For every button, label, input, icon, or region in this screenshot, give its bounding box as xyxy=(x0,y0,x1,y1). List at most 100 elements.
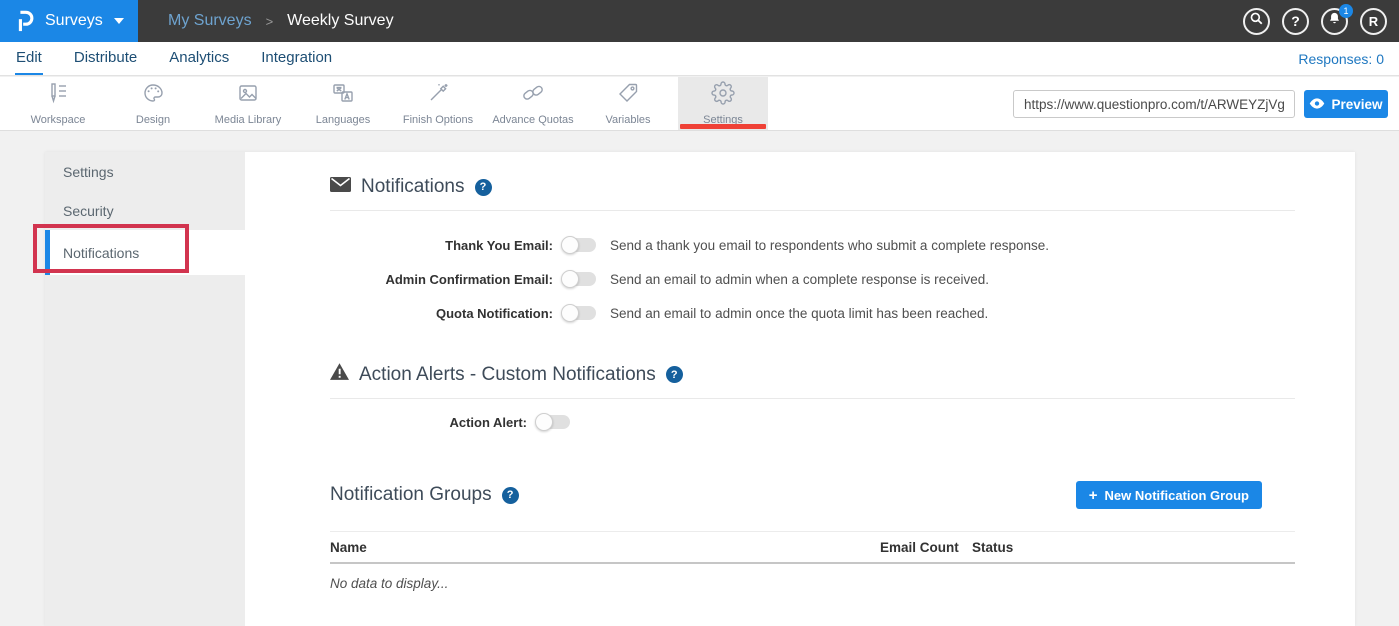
toggle-description: Send an email to admin when a complete r… xyxy=(610,272,989,287)
toolbar-item-label: Advance Quotas xyxy=(492,114,573,126)
thank-you-email-toggle[interactable] xyxy=(562,238,596,252)
image-icon xyxy=(236,81,260,110)
settings-card: Settings Security Notifications Notifica… xyxy=(45,152,1355,626)
divider xyxy=(330,210,1295,211)
toggle-row-quota-notification: Quota Notification: Send an email to adm… xyxy=(330,296,1295,330)
product-menu[interactable]: Surveys xyxy=(0,0,138,42)
notifications-section-heading: Notifications ? xyxy=(330,176,1295,198)
workspace-icon xyxy=(46,81,70,110)
search-button[interactable] xyxy=(1243,8,1270,35)
toggle-knob xyxy=(561,304,579,322)
action-alerts-section-heading: Action Alerts - Custom Notifications ? xyxy=(330,363,1295,386)
notification-count-badge: 1 xyxy=(1339,4,1353,18)
toolbar-item-languages[interactable]: Languages xyxy=(298,77,388,130)
toolbar-item-label: Design xyxy=(136,114,170,126)
top-header: Surveys My Surveys > Weekly Survey ? 1 R xyxy=(0,0,1399,42)
toolbar-item-workspace[interactable]: Workspace xyxy=(13,77,103,130)
new-group-button-label: New Notification Group xyxy=(1105,488,1249,503)
toolbar-item-label: Finish Options xyxy=(403,114,473,126)
toolbar-item-finish-options[interactable]: Finish Options xyxy=(393,77,483,130)
help-icon[interactable]: ? xyxy=(502,487,519,504)
responses-count[interactable]: Responses: 0 xyxy=(1298,42,1384,76)
eye-icon xyxy=(1309,97,1325,112)
envelope-icon xyxy=(330,176,351,198)
column-header-email-count: Email Count xyxy=(880,540,972,555)
divider xyxy=(330,398,1295,399)
toggle-row-thank-you-email: Thank You Email: Send a thank you email … xyxy=(330,228,1295,262)
breadcrumb-parent-link[interactable]: My Surveys xyxy=(168,12,252,30)
settings-sidebar: Settings Security Notifications xyxy=(45,152,245,626)
table-header-row: Name Email Count Status xyxy=(330,532,1295,564)
toggle-label: Action Alert: xyxy=(330,415,527,430)
toggle-knob xyxy=(561,270,579,288)
toggle-row-admin-confirmation-email: Admin Confirmation Email: Send an email … xyxy=(330,262,1295,296)
tab-distribute[interactable]: Distribute xyxy=(73,42,138,75)
help-button[interactable]: ? xyxy=(1282,8,1309,35)
toolbar-item-advance-quotas[interactable]: Advance Quotas xyxy=(488,77,578,130)
questionpro-logo-icon xyxy=(14,9,36,33)
chevron-down-icon xyxy=(114,18,124,24)
column-header-name: Name xyxy=(330,540,880,555)
palette-icon xyxy=(141,81,165,110)
toolbar-item-label: Variables xyxy=(605,114,650,126)
toggle-description: Send an email to admin once the quota li… xyxy=(610,306,988,321)
help-icon[interactable]: ? xyxy=(666,366,683,383)
sidebar-item-security[interactable]: Security xyxy=(45,191,245,230)
tab-integration[interactable]: Integration xyxy=(260,42,333,75)
toggle-label: Thank You Email: xyxy=(330,238,553,253)
question-mark-icon: ? xyxy=(1291,13,1300,29)
user-avatar[interactable]: R xyxy=(1360,8,1387,35)
toolbar-item-label: Workspace xyxy=(31,114,86,126)
toolbar-item-variables[interactable]: Variables xyxy=(583,77,673,130)
preview-button-label: Preview xyxy=(1331,97,1382,112)
toggle-row-action-alert: Action Alert: xyxy=(330,409,1295,435)
chain-link-icon xyxy=(521,81,545,110)
settings-page-body: Settings Security Notifications Notifica… xyxy=(0,132,1399,626)
action-alert-toggle[interactable] xyxy=(536,415,570,429)
sidebar-item-settings[interactable]: Settings xyxy=(45,152,245,191)
section-title: Action Alerts - Custom Notifications xyxy=(359,364,656,386)
toggle-label: Quota Notification: xyxy=(330,306,553,321)
toolbar-item-design[interactable]: Design xyxy=(108,77,198,130)
notification-groups-header: Notification Groups ? + New Notification… xyxy=(330,481,1295,509)
toggle-knob xyxy=(535,413,553,431)
notifications-panel: Notifications ? Thank You Email: Send a … xyxy=(245,152,1355,626)
toolbar-item-settings[interactable]: Settings xyxy=(678,77,768,130)
new-notification-group-button[interactable]: + New Notification Group xyxy=(1076,481,1262,509)
breadcrumb-separator: > xyxy=(266,14,274,29)
admin-confirmation-email-toggle[interactable] xyxy=(562,272,596,286)
toggle-label: Admin Confirmation Email: xyxy=(330,272,553,287)
translate-icon xyxy=(331,81,355,110)
active-item-indicator xyxy=(45,230,50,275)
preview-button[interactable]: Preview xyxy=(1304,90,1388,118)
sidebar-item-notifications[interactable]: Notifications xyxy=(45,230,245,275)
magic-wand-icon xyxy=(426,81,450,110)
tab-analytics[interactable]: Analytics xyxy=(168,42,230,75)
notification-toggle-list: Thank You Email: Send a thank you email … xyxy=(330,228,1295,330)
toolbar-item-media-library[interactable]: Media Library xyxy=(203,77,293,130)
quota-notification-toggle[interactable] xyxy=(562,306,596,320)
toggle-description: Send a thank you email to respondents wh… xyxy=(610,238,1049,253)
breadcrumb-current: Weekly Survey xyxy=(287,12,393,30)
section-title: Notification Groups xyxy=(330,484,492,506)
survey-tab-nav: Edit Distribute Analytics Integration Re… xyxy=(0,42,1399,76)
survey-url-input[interactable] xyxy=(1014,91,1294,117)
avatar-initial: R xyxy=(1369,14,1378,29)
tab-edit[interactable]: Edit xyxy=(15,42,43,75)
notifications-button[interactable]: 1 xyxy=(1321,8,1348,35)
search-icon xyxy=(1249,11,1264,31)
settings-annotation-underline xyxy=(680,124,766,129)
help-icon[interactable]: ? xyxy=(475,179,492,196)
breadcrumb: My Surveys > Weekly Survey xyxy=(168,12,394,30)
sidebar-item-label: Notifications xyxy=(63,245,139,261)
warning-triangle-icon xyxy=(330,363,349,386)
edit-toolbar: Workspace Design Media Library Languages… xyxy=(0,77,1399,131)
toolbar-item-label: Languages xyxy=(316,114,370,126)
column-header-status: Status xyxy=(972,540,1295,555)
toolbar-item-label: Media Library xyxy=(215,114,282,126)
header-actions: ? 1 R xyxy=(1243,0,1387,42)
gear-icon xyxy=(711,81,735,110)
product-menu-label: Surveys xyxy=(45,12,103,30)
plus-icon: + xyxy=(1089,488,1098,503)
notification-groups-heading: Notification Groups ? xyxy=(330,484,519,506)
